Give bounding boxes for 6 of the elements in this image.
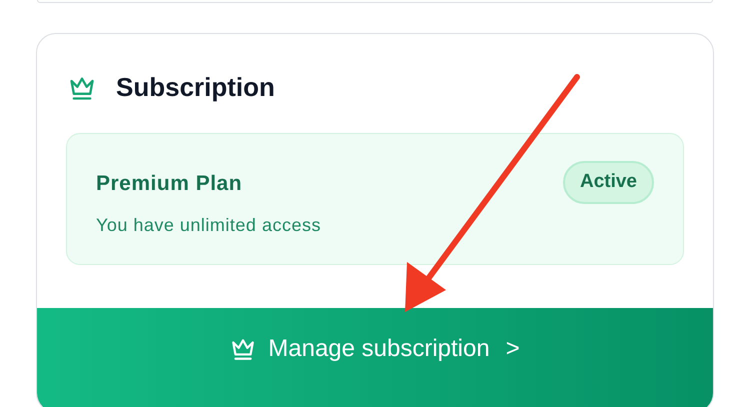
plan-description: You have unlimited access <box>96 214 322 236</box>
crown-icon <box>230 336 256 362</box>
plan-name: Premium Plan <box>96 171 242 197</box>
section-title: Subscription <box>116 71 275 104</box>
status-badge: Active <box>562 161 654 204</box>
manage-subscription-button[interactable]: Manage subscription > <box>37 308 713 407</box>
